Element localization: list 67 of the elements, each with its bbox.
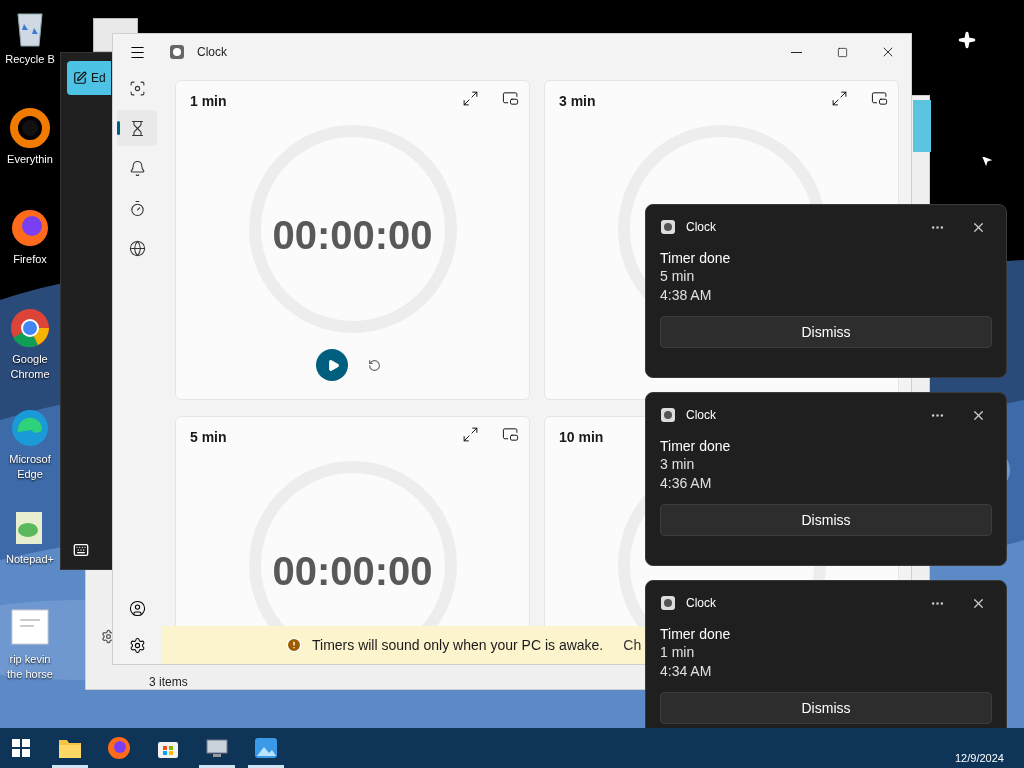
account-icon[interactable]	[128, 600, 146, 617]
desktop-icon-label[interactable]: Everythin	[7, 152, 53, 167]
clock-app-icon	[660, 407, 676, 423]
window-strip	[913, 100, 931, 152]
fox-globe-icon	[107, 736, 131, 760]
edit-button[interactable]: Ed	[67, 61, 111, 95]
chrome-ball-icon	[8, 306, 52, 350]
clock-app-icon	[660, 595, 676, 611]
window-title: Clock	[197, 44, 227, 61]
toast-text: 1 min	[660, 643, 696, 662]
settings-icon[interactable]	[128, 637, 146, 654]
compact-overlay-icon[interactable]	[502, 90, 519, 107]
toast-text: 4:34 AM	[660, 662, 713, 680]
taskbar-date: 12/9/2024	[955, 751, 1004, 766]
compact-overlay-icon[interactable]	[502, 426, 519, 443]
stopwatch-icon	[128, 199, 146, 217]
globe-icon	[128, 239, 146, 257]
expand-icon[interactable]	[462, 426, 479, 443]
reset-icon	[367, 358, 381, 372]
monitor-icon	[205, 736, 229, 760]
timer-name: 10 min	[559, 428, 604, 447]
timer-name: 5 min	[190, 428, 227, 447]
keyboard-icon[interactable]	[73, 542, 89, 558]
desktop-icon-label[interactable]: Firefox	[13, 252, 47, 267]
toast-title: Timer done	[660, 437, 732, 455]
toast-title: Timer done	[660, 249, 732, 267]
folder-icon	[58, 737, 82, 759]
toast-app-name: Clock	[686, 595, 716, 612]
compact-overlay-icon[interactable]	[871, 90, 888, 107]
sparkle-icon	[958, 31, 976, 49]
status-text: 3 items	[149, 674, 188, 691]
toast-app-name: Clock	[686, 407, 716, 424]
timer-time: 00:00:00	[271, 212, 434, 259]
play-button[interactable]	[316, 349, 348, 381]
toast-text: 5 min	[660, 267, 696, 286]
dismiss-button[interactable]: Dismiss	[660, 504, 992, 536]
expand-icon[interactable]	[831, 90, 848, 107]
desktop-icon-label[interactable]: Microsof Edge	[1, 452, 59, 482]
start-icon[interactable]	[12, 739, 30, 757]
dismiss-button[interactable]: Dismiss	[660, 692, 992, 724]
toast-app-name: Clock	[686, 219, 716, 236]
ring-icon	[8, 106, 52, 150]
mountain-picture-icon	[254, 736, 278, 760]
desktop-icon-label[interactable]: Notepad+	[6, 552, 54, 567]
desktop-icon-label[interactable]: Google Chrome	[1, 352, 59, 382]
dismiss-button[interactable]: Dismiss	[660, 316, 992, 348]
timer-name: 3 min	[559, 92, 596, 111]
expand-icon[interactable]	[462, 90, 479, 107]
play-icon	[326, 358, 340, 372]
nav-item[interactable]	[117, 110, 157, 146]
banner-link[interactable]: Ch	[623, 634, 642, 656]
maximize-icon	[836, 46, 848, 58]
toast-title: Timer done	[660, 625, 732, 643]
clock-app-icon	[169, 44, 185, 60]
toast-text: 4:38 AM	[660, 286, 713, 304]
toast-text: 3 min	[660, 455, 696, 474]
toast-text: 4:36 AM	[660, 474, 713, 492]
bell-icon	[128, 159, 146, 177]
desktop-icon-label[interactable]: Recycle B	[5, 52, 55, 67]
minimize-icon	[790, 51, 802, 53]
warning-icon	[286, 637, 302, 653]
edit-icon	[73, 71, 87, 85]
clock-app-icon	[660, 219, 676, 235]
timer-time: 00:00:00	[271, 548, 434, 595]
banner-message: Timers will sound only when your PC is awake.	[312, 635, 604, 655]
timer-name: 1 min	[190, 92, 227, 111]
focus-icon	[128, 79, 146, 97]
